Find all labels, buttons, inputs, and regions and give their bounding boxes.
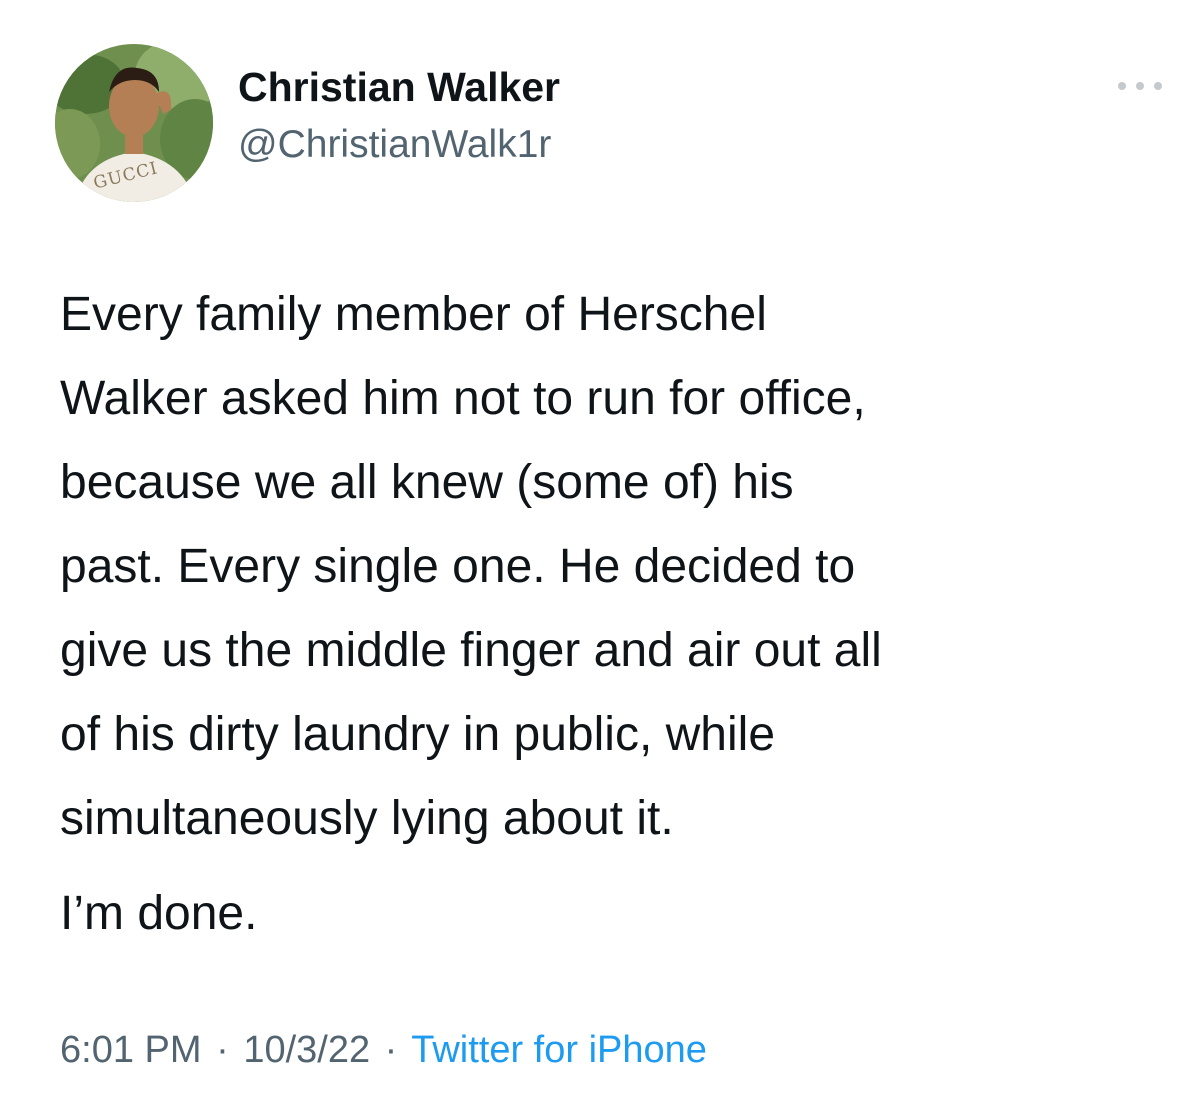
more-options-icon[interactable] xyxy=(1118,72,1162,100)
tweet-text-line: because we all knew (some of) his xyxy=(60,456,794,509)
tweet-text-line: Every family member of Herschel xyxy=(60,288,767,341)
tweet-text: Every family member of Herschel Walker a… xyxy=(60,273,1160,861)
tweet-text-line: of his dirty laundry in public, while xyxy=(60,708,776,761)
tweet-meta: 6:01 PM · 10/3/22 · Twitter for iPhone xyxy=(60,1025,707,1075)
author-name[interactable]: Christian Walker xyxy=(238,62,560,112)
tweet-time[interactable]: 6:01 PM xyxy=(60,1029,202,1071)
more-options-dot xyxy=(1118,82,1126,90)
more-options-dot xyxy=(1136,82,1144,90)
more-options-dot xyxy=(1154,82,1162,90)
tweet-source-link[interactable]: Twitter for iPhone xyxy=(411,1029,707,1071)
tweet-card: GUCCI Christian Walker @ChristianWalk1r … xyxy=(0,0,1200,1107)
tweet-text-line: give us the middle finger and air out al… xyxy=(60,624,882,677)
meta-separator: · xyxy=(384,1029,398,1071)
tweet-closing-line: I’m done. xyxy=(60,887,258,940)
author-handle[interactable]: @ChristianWalk1r xyxy=(238,120,551,170)
tweet-date[interactable]: 10/3/22 xyxy=(243,1029,370,1071)
tweet-text-line: simultaneously lying about it. xyxy=(60,792,674,845)
tweet-text-line: Walker asked him not to run for office, xyxy=(60,372,866,425)
tweet-text-line: past. Every single one. He decided to xyxy=(60,540,856,593)
author-avatar[interactable]: GUCCI xyxy=(55,44,213,202)
meta-separator: · xyxy=(216,1029,229,1071)
